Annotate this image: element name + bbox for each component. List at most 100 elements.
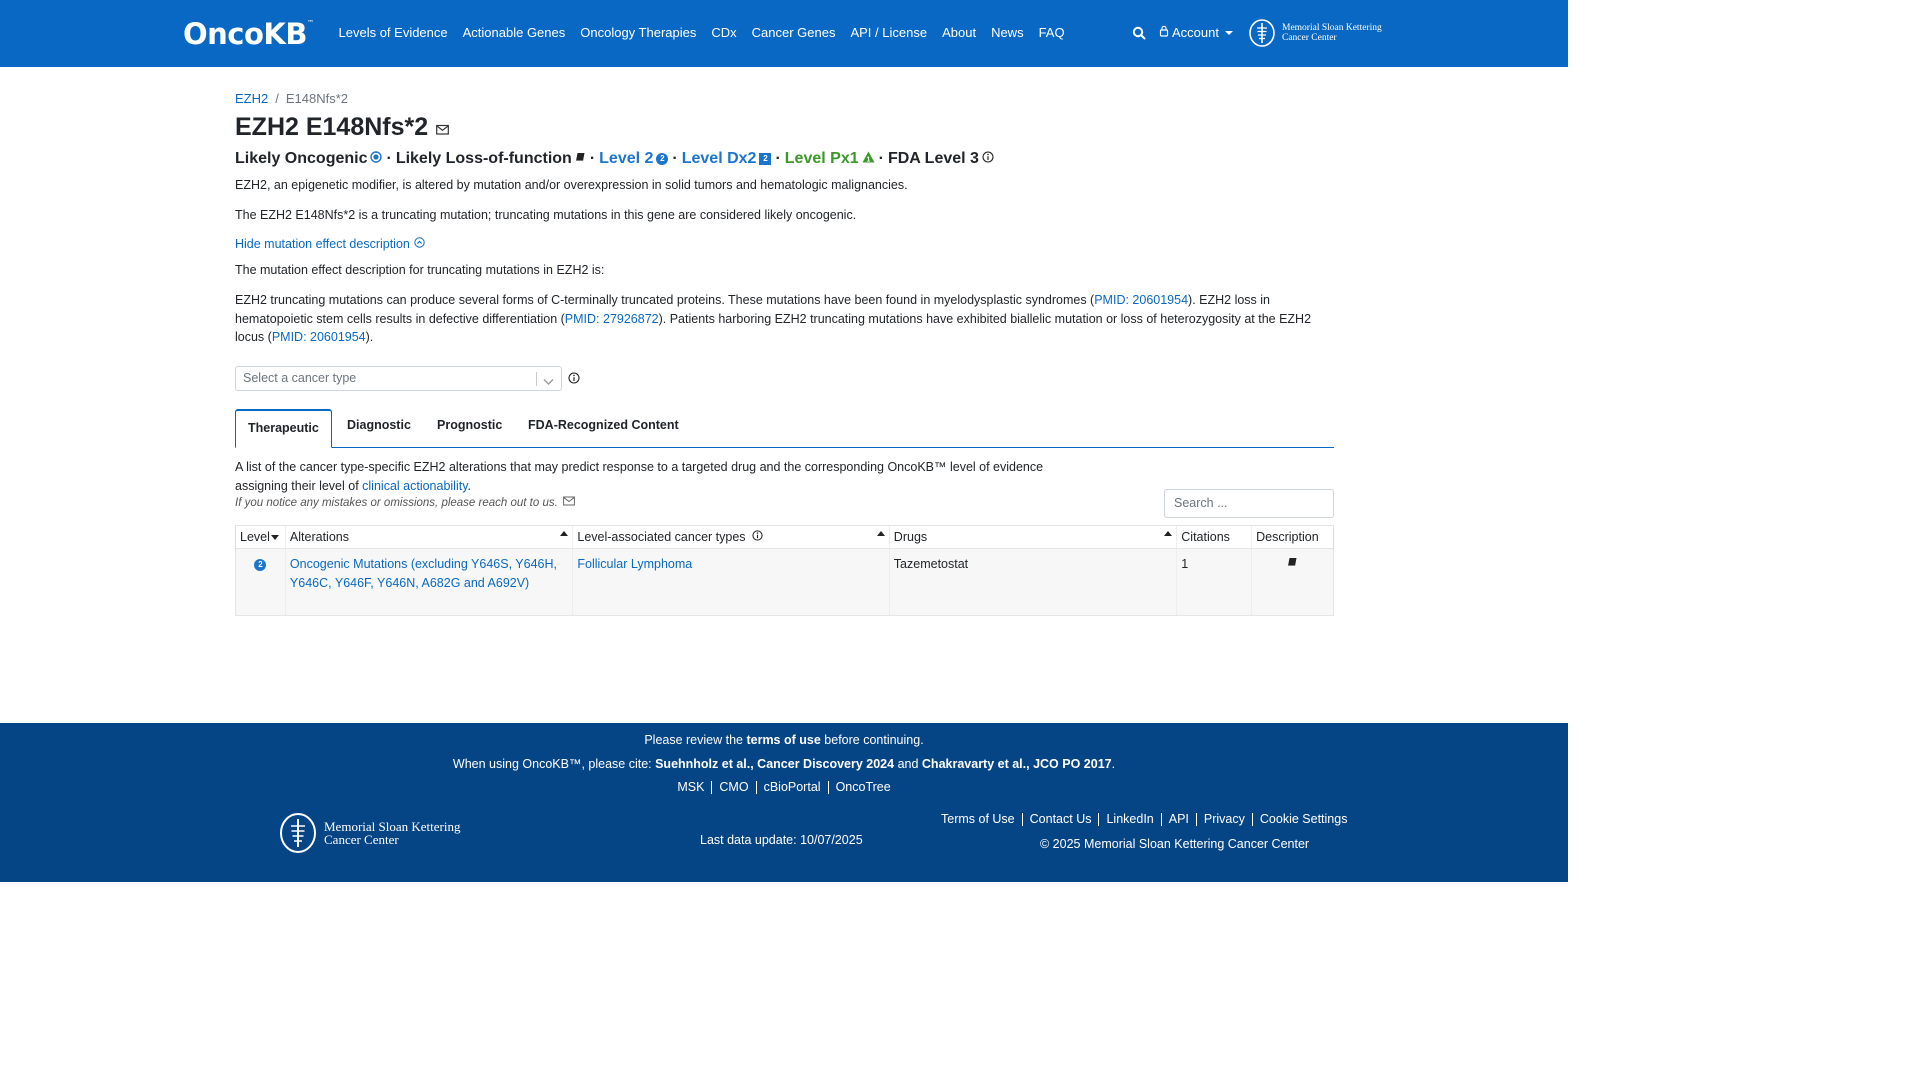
pmid-link[interactable]: PMID: 20601954 — [1094, 293, 1188, 307]
badge-separator: · — [775, 150, 781, 167]
column-header-cancer-types[interactable]: Level-associated cancer types — [573, 526, 890, 548]
level-2-icon: 2 — [254, 558, 267, 571]
cell-citations[interactable]: 1 — [1177, 549, 1253, 615]
account-dropdown[interactable]: Account — [1159, 22, 1233, 44]
column-header-description[interactable]: Description — [1252, 526, 1333, 548]
footer-link-msk[interactable]: MSK — [670, 781, 713, 794]
cancer-type-select[interactable]: Select a cancer type — [235, 366, 562, 391]
mail-icon[interactable] — [562, 496, 575, 509]
table-search-input[interactable] — [1165, 490, 1333, 516]
level-2-label[interactable]: Level 2 — [599, 150, 653, 168]
level-dx2-icon: 2 — [759, 153, 772, 165]
breadcrumb-gene-link[interactable]: EZH2 — [235, 91, 268, 106]
tab-diagnostic[interactable]: Diagnostic — [335, 409, 423, 448]
mutation-effect-label: Likely Loss-of-function — [395, 150, 572, 167]
gene-summary: EZH2, an epigenetic modifier, is altered… — [235, 178, 908, 192]
nav-news[interactable]: News — [984, 22, 1032, 44]
footer-link-privacy[interactable]: Privacy — [1197, 813, 1253, 826]
cancer-type-link[interactable]: Follicular Lymphoma — [577, 557, 692, 571]
footer-link-contact[interactable]: Contact Us — [1023, 813, 1100, 826]
copyright: © 2025 Memorial Sloan Kettering Cancer C… — [1040, 837, 1310, 851]
nav-faq[interactable]: FAQ — [1031, 22, 1072, 44]
footer-link-cmo[interactable]: CMO — [712, 781, 757, 794]
user-icon — [1159, 22, 1169, 44]
main-nav: Levels of Evidence Actionable Genes Onco… — [331, 22, 1072, 44]
sort-up-icon — [876, 531, 885, 536]
msk-line1: Memorial Sloan Kettering — [1282, 23, 1382, 33]
nav-cancer-genes[interactable]: Cancer Genes — [744, 22, 843, 44]
pmid-link[interactable]: PMID: 27926872 — [565, 312, 659, 326]
footer-link-api[interactable]: API — [1162, 813, 1197, 826]
alteration-link[interactable]: Oncogenic Mutations (excluding Y646S, Y6… — [290, 557, 557, 590]
column-header-level[interactable]: Level — [236, 526, 286, 548]
citation-suehnholz[interactable]: Suehnholz et al., Cancer Discovery 2024 — [655, 757, 894, 771]
mail-icon[interactable] — [436, 113, 450, 142]
oncokb-logo[interactable]: OncoKB™ — [183, 17, 314, 51]
footer-link-linkedin[interactable]: LinkedIn — [1099, 813, 1162, 826]
nav-oncology-therapies[interactable]: Oncology Therapies — [573, 22, 704, 44]
hide-link-label: Hide mutation effect description — [235, 237, 410, 251]
cell-drugs: Tazemetostat — [890, 549, 1178, 615]
chevron-down-icon[interactable] — [543, 374, 554, 389]
account-label: Account — [1172, 25, 1219, 40]
cell-cancer-type: Follicular Lymphoma — [573, 549, 890, 615]
info-icon[interactable] — [568, 372, 580, 387]
footer-link-oncotree[interactable]: OncoTree — [829, 781, 898, 794]
level-dx2-label[interactable]: Level Dx2 — [682, 150, 757, 168]
mutation-effect-description: EZH2 truncating mutations can produce se… — [235, 293, 1312, 344]
citation-chakravarty[interactable]: Chakravarty et al., JCO PO 2017 — [922, 757, 1112, 771]
tab-fda-recognized-content[interactable]: FDA-Recognized Content — [516, 409, 691, 448]
table-row: 2 Oncogenic Mutations (excluding Y646S, … — [236, 549, 1333, 615]
msk-line2: Cancer Center — [324, 832, 399, 847]
svg-text:1: 1 — [866, 157, 870, 164]
clinical-actionability-link[interactable]: clinical actionability — [362, 479, 467, 493]
cell-description — [1252, 549, 1333, 615]
msk-header-logo[interactable]: Memorial Sloan Kettering Cancer Center — [1248, 18, 1382, 48]
therapeutic-table: Level Alterations Level-associated cance… — [235, 525, 1334, 616]
cancer-type-placeholder: Select a cancer type — [243, 371, 357, 385]
table-search-box — [1164, 489, 1334, 518]
variant-summary: The EZH2 E148Nfs*2 is a truncating mutat… — [235, 208, 857, 222]
tab-therapeutic[interactable]: Therapeutic — [235, 409, 332, 448]
search-icon[interactable] — [1132, 26, 1146, 40]
fda-level-label: FDA Level 3 — [887, 150, 979, 167]
footer-link-cbioportal[interactable]: cBioPortal — [757, 781, 829, 794]
partner-links: MSK CMO cBioPortal OncoTree — [0, 779, 1568, 795]
last-data-update: Last data update: 10/07/2025 — [700, 833, 863, 847]
annotation-badges: Likely Oncogenic · Likely Loss-of-functi… — [235, 150, 994, 168]
breadcrumb-current: E148Nfs*2 — [285, 91, 349, 106]
oncogenicity-label: Likely Oncogenic — [235, 150, 368, 167]
hide-mutation-effect-link[interactable]: Hide mutation effect description — [235, 237, 425, 251]
nav-actionable-genes[interactable]: Actionable Genes — [455, 22, 573, 44]
level-px1-icon: 1 — [862, 150, 875, 168]
tab-prognostic[interactable]: Prognostic — [425, 409, 514, 448]
footer-right-links: Terms of Use Contact Us LinkedIn API Pri… — [934, 812, 1354, 826]
sort-up-icon — [560, 531, 569, 536]
pmid-link[interactable]: PMID: 20601954 — [272, 330, 366, 344]
level-px1-label[interactable]: Level Px1 — [785, 150, 859, 168]
column-header-alterations[interactable]: Alterations — [286, 526, 574, 548]
terms-of-use-link[interactable]: terms of use — [746, 733, 820, 747]
nav-about[interactable]: About — [935, 22, 984, 44]
msk-footer-logo[interactable]: Memorial Sloan Kettering Cancer Center — [279, 812, 460, 854]
footer-link-terms[interactable]: Terms of Use — [934, 813, 1023, 826]
column-header-drugs[interactable]: Drugs — [890, 526, 1178, 548]
nav-api-license[interactable]: API / License — [843, 22, 935, 44]
feedback-note-text: If you notice any mistakes or omissions,… — [235, 496, 558, 509]
column-header-citations[interactable]: Citations — [1177, 526, 1253, 548]
sort-down-icon — [270, 535, 279, 541]
table-header: Level Alterations Level-associated cance… — [236, 526, 1333, 549]
msk-seal-icon — [1249, 19, 1275, 47]
cell-level: 2 — [236, 549, 286, 615]
select-divider — [536, 372, 537, 386]
footer-link-cookie-settings[interactable]: Cookie Settings — [1253, 813, 1355, 826]
breadcrumb-separator: / — [275, 91, 279, 106]
info-icon[interactable] — [982, 150, 994, 168]
badge-separator: · — [589, 150, 596, 167]
book-icon[interactable] — [1287, 557, 1298, 571]
book-icon[interactable] — [575, 150, 586, 168]
info-icon[interactable] — [752, 530, 763, 545]
nav-levels-of-evidence[interactable]: Levels of Evidence — [331, 22, 455, 44]
msk-seal-icon — [280, 813, 316, 853]
nav-cdx[interactable]: CDx — [704, 22, 744, 44]
